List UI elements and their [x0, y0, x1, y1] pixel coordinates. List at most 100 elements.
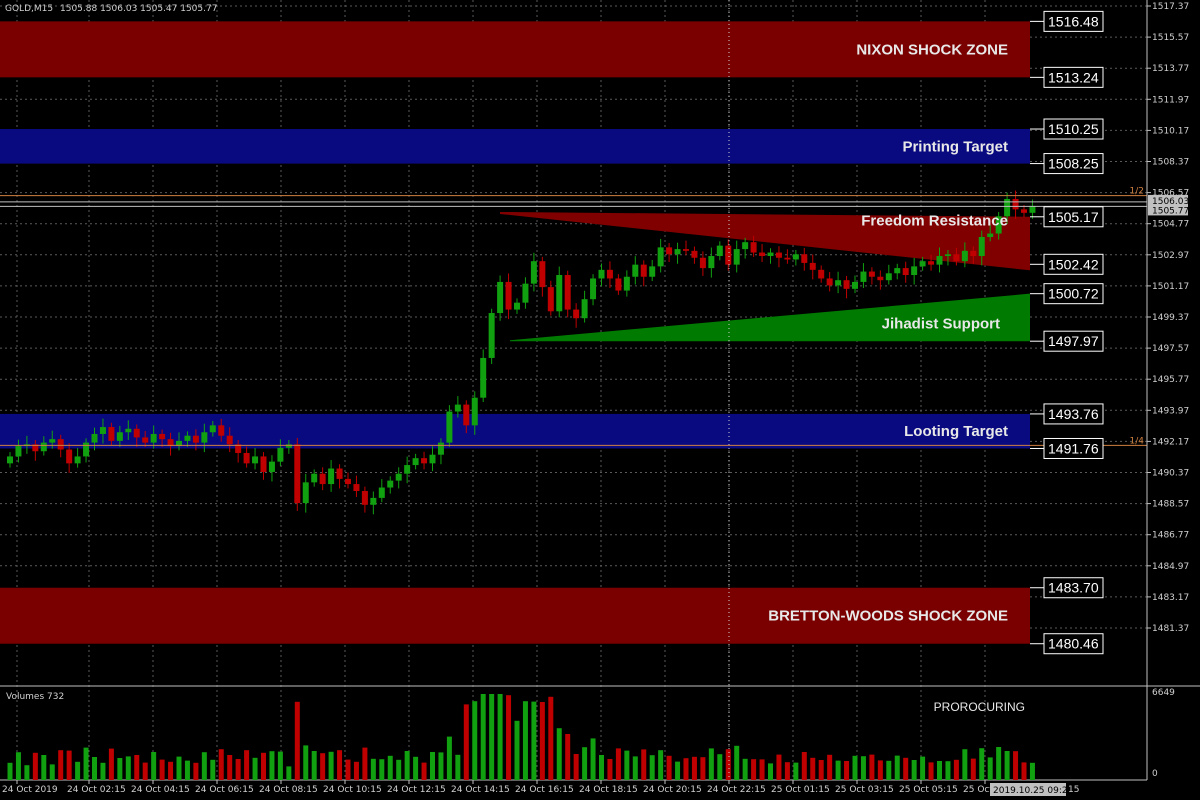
candle-body-59 — [505, 281, 512, 310]
volume-bar-39 — [337, 750, 343, 780]
candle-body-111 — [944, 254, 951, 257]
candle-body-48 — [412, 458, 419, 466]
candle-body-101 — [860, 271, 867, 282]
time-label-8: 24 Oct 16:15 — [515, 785, 574, 795]
volume-bar-112 — [953, 759, 959, 780]
volume-bar-17 — [151, 752, 157, 780]
price-tick-label-19: 1483.17 — [1152, 593, 1189, 603]
candle-body-49 — [421, 458, 428, 464]
price-tick-label-10: 1499.37 — [1152, 313, 1189, 323]
candle-body-92 — [784, 257, 791, 260]
volume-bar-13 — [117, 758, 123, 780]
volume-bottom-tick: 0 — [1152, 769, 1158, 779]
volume-bar-15 — [134, 755, 140, 780]
time-label-13: 25 Oct 03:15 — [835, 785, 894, 795]
candle-body-64 — [547, 287, 554, 312]
price-tick-label-15: 1490.37 — [1152, 469, 1189, 479]
volume-bar-95 — [810, 757, 816, 780]
volume-bar-64 — [548, 696, 554, 780]
volume-bar-106 — [903, 757, 909, 780]
candle-body-98 — [835, 280, 842, 286]
volume-bar-59 — [506, 695, 512, 780]
time-label-15: 25 Oct — [963, 785, 993, 795]
candle-body-115 — [978, 237, 985, 257]
candle-body-13 — [116, 432, 123, 441]
candle-body-28 — [243, 452, 250, 464]
symbol-header: GOLD,M15 — [5, 4, 53, 14]
volume-bar-27 — [235, 759, 241, 780]
candle-body-33 — [285, 444, 292, 448]
candle-body-6 — [57, 439, 64, 450]
candle-body-100 — [852, 281, 858, 289]
volume-bar-66 — [565, 734, 571, 780]
volume-bar-67 — [573, 754, 579, 780]
volume-bar-5 — [49, 764, 55, 780]
candle-body-40 — [345, 478, 351, 485]
candle-body-82 — [699, 257, 706, 269]
volume-bar-72 — [615, 748, 621, 780]
volume-bar-99 — [844, 761, 850, 780]
volume-bar-44 — [379, 759, 385, 780]
time-label-10: 24 Oct 20:15 — [643, 785, 702, 795]
candle-body-22 — [192, 435, 199, 443]
candle-body-110 — [936, 256, 943, 265]
volume-bar-65 — [556, 728, 562, 780]
candle-body-5 — [49, 439, 56, 443]
price-tick-label-9: 1501.17 — [1152, 282, 1189, 292]
candle-body-52 — [446, 411, 453, 443]
volume-top-tick: 6649 — [1152, 688, 1175, 698]
candle-body-71 — [606, 269, 613, 279]
volume-bar-4 — [41, 755, 47, 780]
time-label-7: 24 Oct 14:15 — [451, 785, 510, 795]
volume-bar-22 — [193, 762, 199, 780]
volume-bar-101 — [860, 756, 866, 780]
candle-body-85 — [725, 245, 732, 265]
price-tick-label-12: 1495.77 — [1152, 375, 1189, 385]
price-panel[interactable] — [0, 0, 1147, 686]
volume-bar-42 — [362, 747, 368, 780]
volume-bar-121 — [1029, 762, 1035, 780]
candle-body-26 — [226, 435, 233, 445]
chart-canvas[interactable]: 1516.48 1513.24 1510.25 1508.25 1493.76 1491.… — [0, 0, 1200, 800]
volume-bar-117 — [996, 747, 1002, 780]
price-tick-label-0: 1517.37 — [1152, 2, 1189, 12]
volume-bar-114 — [970, 758, 976, 780]
price-tick-label-8: 1502.97 — [1152, 251, 1189, 261]
candle-body-112 — [953, 254, 960, 262]
candle-body-113 — [961, 250, 968, 262]
candle-body-32 — [277, 447, 284, 462]
candle-body-53 — [454, 404, 461, 412]
candle-body-114 — [970, 250, 977, 257]
time-label-3: 24 Oct 06:15 — [195, 785, 254, 795]
volume-bar-49 — [421, 762, 427, 780]
candle-body-60 — [514, 302, 520, 310]
level-label-3: 1508.25 — [1048, 156, 1099, 172]
candle-body-104 — [885, 273, 892, 281]
candle-body-42 — [361, 490, 368, 505]
volume-bar-53 — [455, 754, 461, 780]
level-label-5: 1491.76 — [1048, 440, 1099, 456]
candle-body-79 — [674, 249, 681, 255]
volume-bar-28 — [244, 750, 250, 780]
volume-bar-36 — [311, 751, 317, 780]
volume-bar-41 — [353, 761, 359, 780]
candle-body-47 — [404, 465, 411, 474]
time-label-6: 24 Oct 12:15 — [387, 785, 446, 795]
volume-bar-9 — [83, 747, 89, 780]
candle-body-14 — [125, 428, 132, 433]
candle-body-0 — [7, 456, 13, 464]
volume-bar-76 — [649, 755, 655, 780]
volume-bar-102 — [869, 754, 875, 780]
candle-body-7 — [66, 449, 73, 464]
time-label-0: 24 Oct 2019 — [2, 785, 58, 795]
volume-bar-86 — [734, 745, 740, 780]
volume-bar-116 — [987, 757, 993, 780]
candle-body-97 — [826, 278, 833, 286]
current-price-label-1: 1505.77 — [1152, 206, 1189, 216]
zone-label-0: NIXON SHOCK ZONE — [856, 41, 1008, 58]
candle-body-105 — [894, 268, 901, 274]
candle-body-73 — [623, 276, 630, 291]
volume-bar-109 — [928, 762, 934, 780]
volume-bar-78 — [666, 755, 672, 780]
time-label-2: 24 Oct 04:15 — [131, 785, 190, 795]
